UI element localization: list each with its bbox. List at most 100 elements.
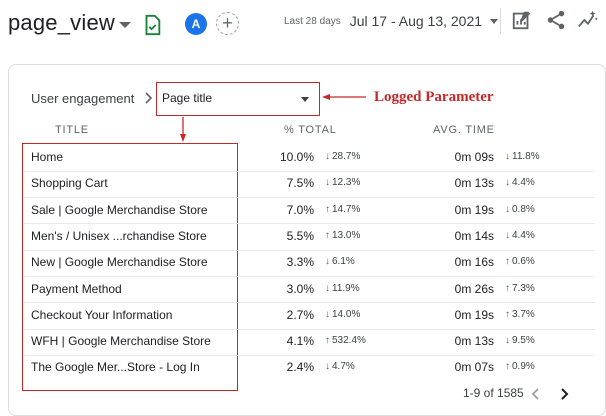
arrow-down-icon: ↓ xyxy=(505,151,510,162)
share-icon[interactable] xyxy=(545,9,567,31)
table-row[interactable]: New | Google Merchandise Store 3.3% ↓ 6.1% 0… xyxy=(0,250,606,276)
delta-time: ↓ 4.4% xyxy=(505,177,535,188)
cell-page-title[interactable]: Sale | Google Merchandise Store xyxy=(31,203,208,217)
date-range-value: Jul 17 - Aug 13, 2021 xyxy=(349,13,483,29)
delta-total-value: 14.0% xyxy=(332,308,361,320)
cell-percent-total: 5.5% xyxy=(286,228,314,243)
cell-page-title[interactable]: Home xyxy=(31,150,63,164)
cell-percent-total: 10.0% xyxy=(279,150,314,164)
cell-avg-time: 0m 09s xyxy=(454,150,494,164)
delta-time: ↑ 7.3% xyxy=(505,283,535,294)
cell-page-title[interactable]: Checkout Your Information xyxy=(31,308,172,322)
arrow-down-icon: ↓ xyxy=(325,308,330,320)
table-row[interactable]: Men's / Unisex ...rchandise Store 5.5% ↑ 13… xyxy=(0,224,606,250)
cell-avg-time: 0m 13s xyxy=(454,334,494,349)
delta-total: ↓ 12.3% xyxy=(325,177,360,188)
add-comparison-icon[interactable]: + xyxy=(216,12,239,35)
delta-time: ↓ 9.5% xyxy=(505,335,535,346)
delta-time-value: 0.8% xyxy=(512,203,535,215)
cell-avg-time: 0m 14s xyxy=(454,228,494,243)
cell-page-title[interactable]: New | Google Merchandise Store xyxy=(31,255,208,269)
table-row[interactable]: WFH | Google Merchandise Store 4.1% ↑ 532.4… xyxy=(0,329,606,355)
delta-total: ↑ 532.4% xyxy=(325,335,366,346)
delta-total-value: 532.4% xyxy=(332,335,366,347)
delta-time-value: 0.9% xyxy=(512,361,535,373)
delta-time-value: 4.4% xyxy=(512,229,535,241)
delta-time-value: 9.5% xyxy=(512,335,535,347)
table-row[interactable]: Checkout Your Information 2.7% ↓ 14.0% 0m 19… xyxy=(0,303,606,329)
delta-total-value: 12.3% xyxy=(332,177,361,189)
cell-avg-time: 0m 19s xyxy=(454,202,494,217)
table-row[interactable]: Home 10.0% ↓ 28.7% 0m 09s ↓ 11.8% xyxy=(0,145,606,171)
delta-total: ↓ 4.7% xyxy=(325,361,355,372)
comparison-avatar[interactable]: A xyxy=(185,13,207,35)
arrow-down-icon: ↓ xyxy=(325,177,330,189)
cell-page-title[interactable]: Men's / Unisex ...rchandise Store xyxy=(31,229,207,243)
arrow-down-icon: ↓ xyxy=(505,229,510,241)
table-row[interactable]: Sale | Google Merchandise Store 7.0% ↑ 14.7… xyxy=(0,198,606,224)
cell-page-title[interactable]: Shopping Cart xyxy=(31,176,108,190)
delta-total: ↓ 6.1% xyxy=(325,256,355,267)
cell-avg-time: 0m 07s xyxy=(454,360,494,375)
cell-percent-total: 3.0% xyxy=(286,281,314,296)
arrow-up-icon: ↑ xyxy=(505,361,510,373)
cell-avg-time: 0m 19s xyxy=(454,307,494,322)
arrow-down-icon: ↓ xyxy=(505,203,510,215)
cell-page-title[interactable]: Payment Method xyxy=(31,282,122,296)
insights-icon[interactable] xyxy=(577,9,599,31)
delta-time-value: 0.6% xyxy=(512,256,535,268)
table-row[interactable]: Shopping Cart 7.5% ↓ 12.3% 0m 13s ↓ 4.4% xyxy=(0,171,606,197)
delta-total: ↓ 28.7% xyxy=(325,151,360,162)
edit-chart-icon[interactable] xyxy=(511,9,533,31)
delta-total-value: 13.0% xyxy=(332,229,361,241)
arrow-up-icon: ↑ xyxy=(505,282,510,294)
date-range-label: Last 28 days xyxy=(284,15,341,27)
delta-time-value: 3.7% xyxy=(512,308,535,320)
column-header-total[interactable]: % TOTAL xyxy=(284,124,337,136)
report-header: page_view A + Last 28 days Jul 17 - Aug … xyxy=(0,0,606,56)
cell-percent-total: 7.5% xyxy=(286,176,314,191)
table-row[interactable]: Payment Method 3.0% ↓ 11.9% 0m 26s ↑ 7.3% xyxy=(0,277,606,303)
pagination-label: 1-9 of 1585 xyxy=(463,386,524,400)
delta-time: ↑ 0.9% xyxy=(505,361,535,372)
delta-total-value: 11.9% xyxy=(332,282,360,294)
arrow-up-icon: ↑ xyxy=(325,203,330,215)
delta-time: ↓ 0.8% xyxy=(505,204,535,215)
check-file-icon xyxy=(145,14,161,36)
delta-time: ↓ 11.8% xyxy=(505,151,540,162)
delta-time: ↓ 4.4% xyxy=(505,230,535,241)
event-caret-down-icon[interactable] xyxy=(119,22,131,28)
chevron-right-icon[interactable] xyxy=(557,386,571,402)
arrow-up-icon: ↑ xyxy=(505,308,510,320)
chevron-left-icon[interactable] xyxy=(529,386,543,402)
cell-avg-time: 0m 16s xyxy=(454,255,494,270)
table-row[interactable]: The Google Mer...Store - Log In 2.4% ↓ 4.7%… xyxy=(0,355,606,381)
annotation-label: Logged Parameter xyxy=(374,89,494,105)
arrow-down-icon: ↓ xyxy=(325,361,330,373)
date-range-picker[interactable]: Last 28 days Jul 17 - Aug 13, 2021 xyxy=(284,11,499,31)
arrow-down-icon: ↓ xyxy=(325,151,330,162)
delta-time-value: 7.3% xyxy=(512,282,535,294)
delta-total-value: 28.7% xyxy=(332,151,361,162)
column-header-avg-time[interactable]: AVG. TIME xyxy=(433,124,495,136)
cell-percent-total: 4.1% xyxy=(286,334,314,349)
cell-avg-time: 0m 13s xyxy=(454,176,494,191)
cell-page-title[interactable]: WFH | Google Merchandise Store xyxy=(31,334,211,348)
date-caret-down-icon xyxy=(490,18,499,24)
arrow-down-icon: ↓ xyxy=(325,256,330,268)
cell-percent-total: 7.0% xyxy=(286,202,314,217)
cell-percent-total: 2.4% xyxy=(286,360,314,375)
toolbar-divider xyxy=(500,8,501,34)
arrow-up-icon: ↑ xyxy=(325,335,330,347)
delta-time-value: 11.8% xyxy=(512,151,540,162)
cell-page-title[interactable]: The Google Mer...Store - Log In xyxy=(31,360,200,374)
cell-percent-total: 2.7% xyxy=(286,307,314,322)
chevron-right-icon xyxy=(145,92,153,104)
event-name: page_view xyxy=(8,10,115,35)
breadcrumb-root[interactable]: User engagement xyxy=(31,91,134,106)
column-header-title[interactable]: TITLE xyxy=(55,124,89,136)
delta-total: ↑ 13.0% xyxy=(325,230,360,241)
arrow-down-icon: ↓ xyxy=(505,177,510,189)
delta-time: ↑ 0.6% xyxy=(505,256,535,267)
arrow-down-icon: ↓ xyxy=(505,335,510,347)
